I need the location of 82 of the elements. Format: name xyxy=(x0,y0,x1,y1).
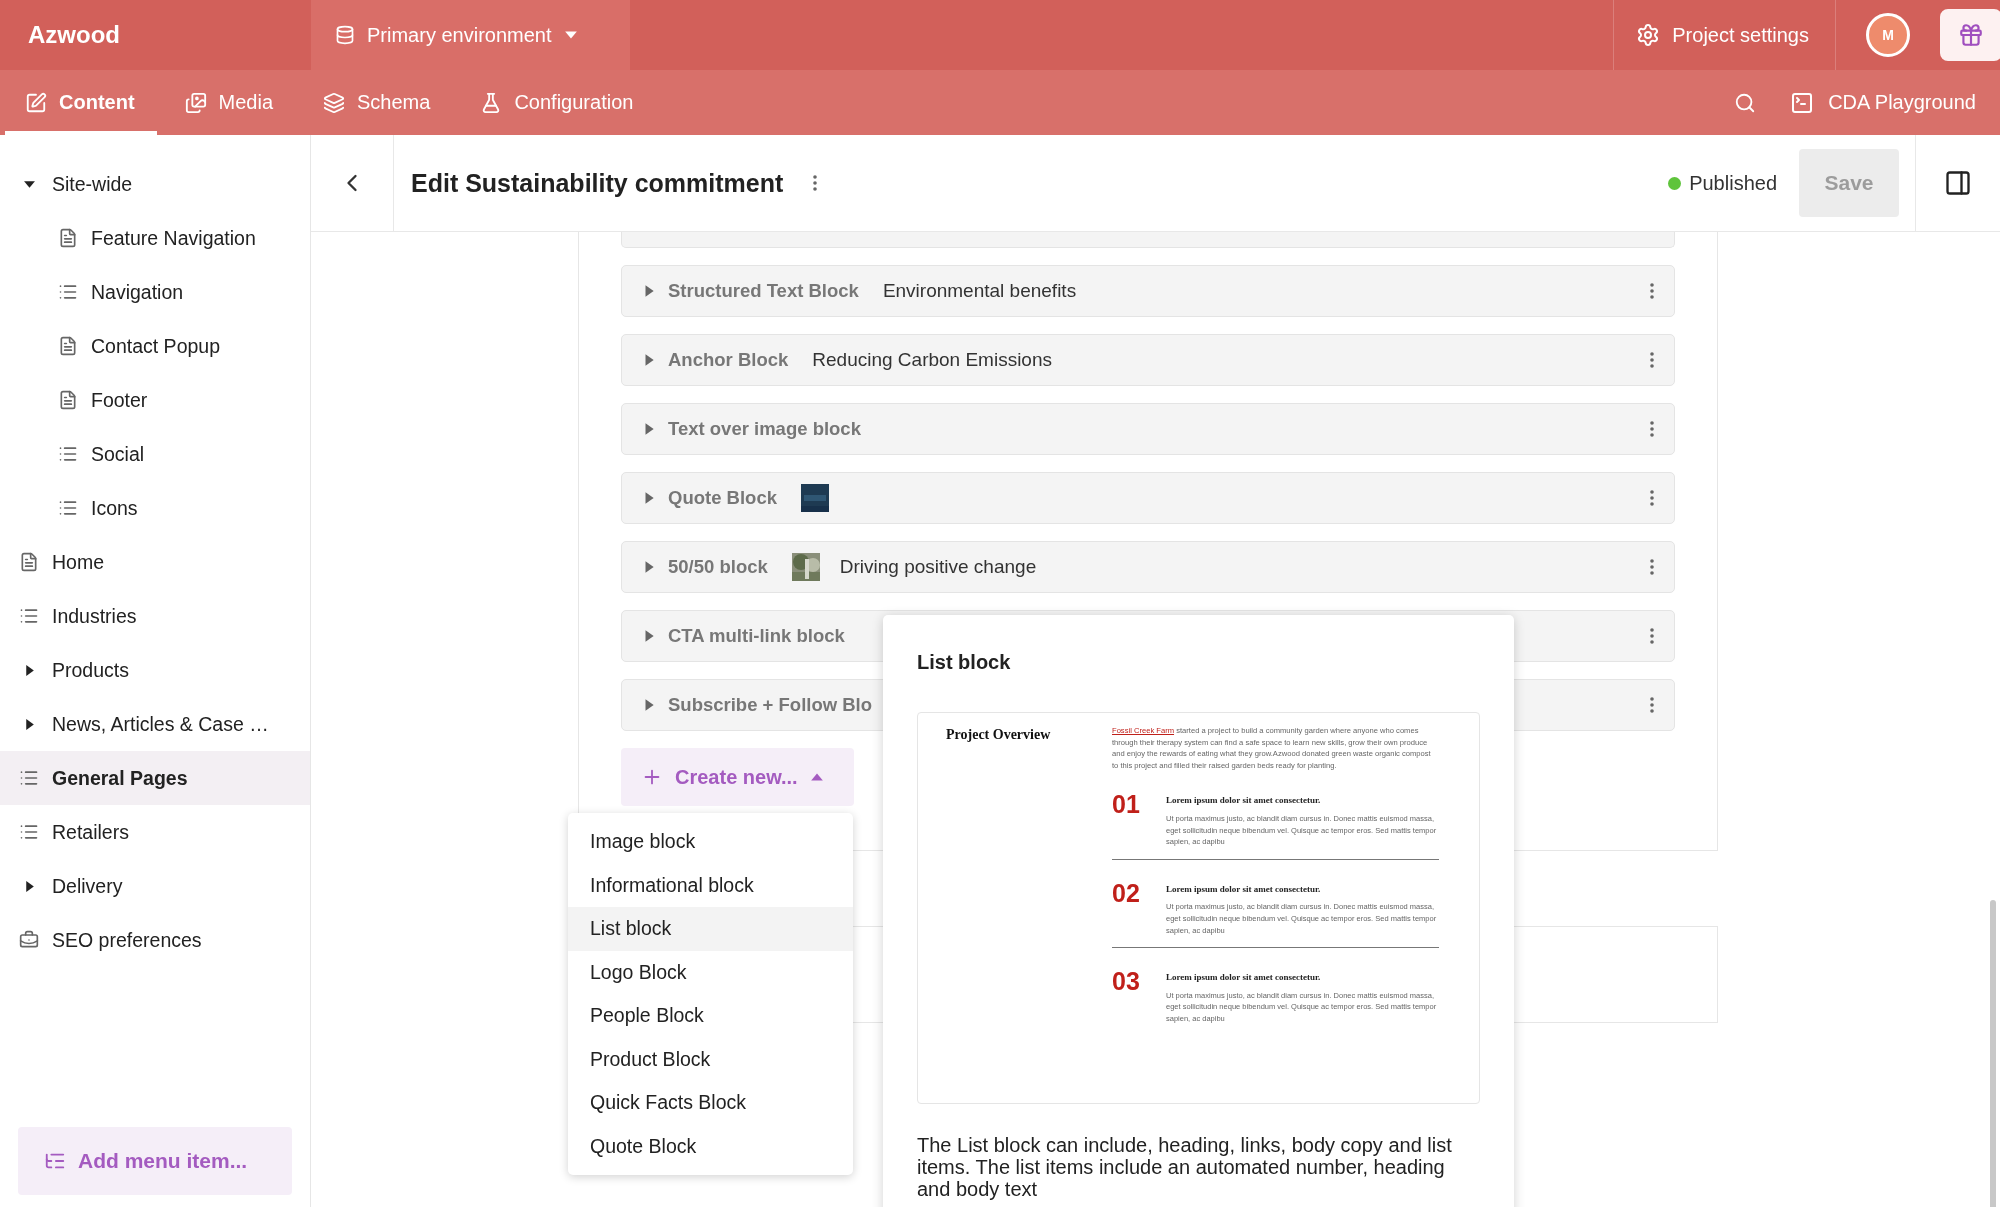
item-number: 03 xyxy=(1112,968,1141,998)
block-row[interactable]: Anchor Block Reducing Carbon Emissions xyxy=(621,334,1675,386)
menu-item[interactable]: Image block xyxy=(568,820,853,864)
scrollbar[interactable] xyxy=(1990,900,1996,1207)
kebab-icon xyxy=(1650,490,1654,506)
sidebar-item[interactable]: Retailers xyxy=(0,805,310,859)
menu-item[interactable]: Informational block xyxy=(568,863,853,907)
item-heading: Lorem ipsum dolor sit amet consectetur. xyxy=(1166,795,1322,807)
sidebar-item[interactable]: SEO preferences xyxy=(0,913,310,967)
add-menu-item-button[interactable]: Add menu item... xyxy=(18,1127,292,1195)
block-summary: Reducing Carbon Emissions xyxy=(812,349,1052,371)
search-icon xyxy=(1734,91,1757,114)
sidebar-item[interactable]: Social xyxy=(0,427,310,481)
block-type: 50/50 block xyxy=(668,556,768,578)
list-icon xyxy=(19,768,39,788)
item-heading: Lorem ipsum dolor sit amet consectetur. xyxy=(1166,883,1322,896)
sidebar-item[interactable]: Feature Navigation xyxy=(0,211,310,265)
list-icon xyxy=(19,822,39,842)
document-icon xyxy=(58,390,78,410)
block-type: Quote Block xyxy=(668,487,777,509)
kebab-icon xyxy=(1650,421,1654,437)
toolbox-icon xyxy=(19,930,39,950)
document-icon xyxy=(19,552,39,572)
block-row[interactable]: 50/50 block Driving positive change xyxy=(621,541,1675,593)
block-type: Structured Text Block xyxy=(668,280,859,302)
terminal-icon xyxy=(1790,90,1815,115)
settings-icon xyxy=(1636,23,1661,47)
sidebar-item[interactable]: Delivery xyxy=(0,859,310,913)
sidebar-item[interactable]: Contact Popup xyxy=(0,319,310,373)
images-icon xyxy=(184,91,207,114)
block-row[interactable]: Text over image block xyxy=(621,403,1675,455)
kebab-icon xyxy=(1650,697,1654,713)
block-type: Anchor Block xyxy=(668,349,789,371)
block-type: Text over image block xyxy=(668,418,861,440)
list-icon xyxy=(58,498,78,518)
sidebar-item[interactable]: Industries xyxy=(0,589,310,643)
page-title: Edit Sustainability commitment xyxy=(411,168,784,198)
sample-heading: Project Overview xyxy=(946,726,1052,744)
gift-icon xyxy=(1958,22,1984,48)
menu-item[interactable]: Logo Block xyxy=(568,950,853,994)
preview-description: The List block can include, heading, links, body copy and list items. The list items include an automated number, heading and body text xyxy=(917,1134,1453,1200)
block-type: Subscribe + Follow Blo xyxy=(668,694,873,716)
sidebar-item[interactable]: News, Articles & Case … xyxy=(0,697,310,751)
status-label: Published xyxy=(1689,171,1777,195)
block-row[interactable]: Structured Text Block Environmental benefits xyxy=(621,265,1675,317)
menu-item[interactable]: People Block xyxy=(568,994,853,1038)
brand-name: Azwood xyxy=(27,20,121,50)
list-icon xyxy=(58,444,78,464)
list-icon xyxy=(58,282,78,302)
item-number: 02 xyxy=(1112,879,1141,909)
kebab-icon xyxy=(1650,628,1654,644)
sidebar-item[interactable]: General Pages xyxy=(0,751,310,805)
sidebar-item[interactable]: Icons xyxy=(0,481,310,535)
sidebar-item[interactable]: Site-wide xyxy=(0,157,310,211)
item-heading: Lorem ipsum dolor sit amet consectetur. xyxy=(1166,972,1322,984)
layers-icon xyxy=(323,91,346,114)
block-summary: Driving positive change xyxy=(839,556,1037,578)
menu-item[interactable]: Product Block xyxy=(568,1037,853,1081)
sidebar-item[interactable]: Footer xyxy=(0,373,310,427)
kebab-icon xyxy=(813,175,818,191)
kebab-icon xyxy=(1650,559,1654,575)
database-icon xyxy=(335,25,355,45)
create-new-button[interactable]: Create new... xyxy=(621,748,854,806)
document-icon xyxy=(58,228,78,248)
menu-item[interactable]: Quick Facts Block xyxy=(568,1081,853,1125)
sidebar-item[interactable]: Home xyxy=(0,535,310,589)
gift-button[interactable] xyxy=(1940,9,2000,61)
kebab-icon xyxy=(1650,352,1654,368)
sidebar-item[interactable]: Products xyxy=(0,643,310,697)
menu-item[interactable]: List block xyxy=(568,907,853,951)
block-type: CTA multi-link block xyxy=(668,625,845,647)
preview-title: List block xyxy=(917,651,1012,674)
list-icon xyxy=(19,606,39,626)
block-row[interactable]: Quote Block xyxy=(621,472,1675,524)
sidebar-panel-icon xyxy=(1944,169,1972,197)
pencil-icon xyxy=(25,91,47,114)
item-number: 01 xyxy=(1112,791,1141,821)
document-icon xyxy=(58,336,78,356)
sidebar-item[interactable]: Navigation xyxy=(0,265,310,319)
block-summary: Environmental benefits xyxy=(882,280,1077,302)
menu-item[interactable]: Quote Block xyxy=(568,1124,853,1168)
kebab-icon xyxy=(1650,283,1654,299)
